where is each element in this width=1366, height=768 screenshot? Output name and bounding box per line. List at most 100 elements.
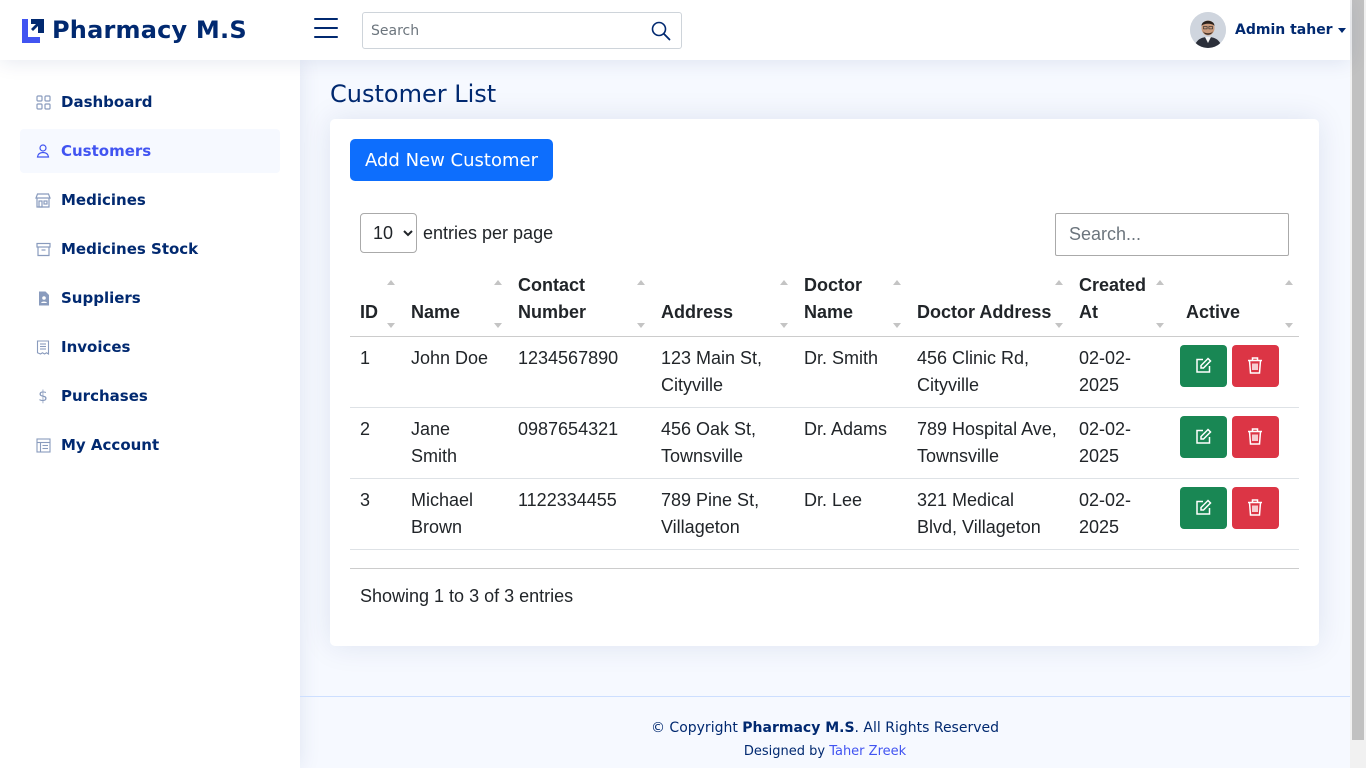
column-header-address[interactable]: Address <box>651 269 794 337</box>
sort-icon <box>1055 279 1063 328</box>
sort-icon <box>637 279 645 328</box>
page-title: Customer List <box>330 80 497 108</box>
sidebar-toggle-button[interactable] <box>314 18 338 42</box>
logo[interactable]: Pharmacy M.S <box>20 15 247 45</box>
table-row: 1 John Doe 1234567890 123 Main St, Cityv… <box>350 336 1299 408</box>
sidebar-item-purchases[interactable]: $ Purchases <box>20 374 280 418</box>
sort-icon <box>780 279 788 328</box>
column-header-contact-number[interactable]: Contact Number <box>508 269 651 337</box>
delete-button[interactable] <box>1232 486 1279 529</box>
table-row: 2 Jane Smith 0987654321 456 Oak St, Town… <box>350 407 1299 479</box>
sidebar-item-dashboard[interactable]: Dashboard <box>20 80 280 124</box>
caret-down-icon <box>1337 27 1346 33</box>
entries-per-page: 10 entries per page <box>360 213 553 253</box>
sidebar-item-invoices[interactable]: Invoices <box>20 325 280 369</box>
delete-button[interactable] <box>1232 415 1279 458</box>
column-header-created-at[interactable]: Created At <box>1069 269 1170 337</box>
cell-name: John Doe <box>401 336 508 408</box>
sidebar-item-label: Invoices <box>61 338 131 356</box>
edit-icon <box>1196 427 1212 444</box>
cell-name: Michael Brown <box>401 478 508 550</box>
menu-line <box>314 18 338 20</box>
search-icon[interactable] <box>651 21 671 41</box>
cell-created-at: 02-02-2025 <box>1069 336 1170 408</box>
dollar-icon: $ <box>35 388 51 404</box>
column-label: Doctor Name <box>804 274 862 322</box>
column-label: Active <box>1186 301 1241 322</box>
cell-actions <box>1170 336 1299 408</box>
sidebar-item-label: Dashboard <box>61 93 153 111</box>
scrollbar-thumb[interactable] <box>1352 0 1364 740</box>
cell-doctor-name: Dr. Adams <box>794 407 907 479</box>
cell-doctor-address: 789 Hospital Ave, Townsville <box>907 407 1069 479</box>
cell-contact-number: 1234567890 <box>508 336 651 408</box>
logo-icon <box>22 19 44 43</box>
column-header-name[interactable]: Name <box>401 269 508 337</box>
edit-button[interactable] <box>1180 486 1227 529</box>
sidebar-item-medicines-stock[interactable]: Medicines Stock <box>20 227 280 271</box>
sidebar-item-label: Purchases <box>61 387 148 405</box>
sort-icon <box>893 279 901 328</box>
column-header-id[interactable]: ID <box>350 269 401 337</box>
designed-by-label: Designed by <box>743 744 826 759</box>
sidebar-item-my-account[interactable]: My Account <box>20 423 280 467</box>
entries-label: entries per page <box>423 222 554 243</box>
trash-icon <box>1248 427 1262 445</box>
designer-link[interactable]: Taher Zreek <box>829 744 906 759</box>
trash-icon <box>1248 356 1262 374</box>
grid-icon <box>35 94 51 110</box>
column-header-doctor-address[interactable]: Doctor Address <box>907 269 1069 337</box>
edit-button[interactable] <box>1180 415 1227 458</box>
edit-icon <box>1196 498 1212 515</box>
person-icon <box>35 143 51 159</box>
dollar-glyph: $ <box>38 386 48 405</box>
delete-button[interactable] <box>1232 344 1279 387</box>
sidebar-item-suppliers[interactable]: Suppliers <box>20 276 280 320</box>
sort-icon <box>494 279 502 328</box>
top-header: Pharmacy M.S Admin taher <box>0 0 1350 60</box>
sidebar-item-label: Medicines <box>61 191 146 209</box>
column-header-active[interactable]: Active <box>1170 269 1299 337</box>
cell-id: 2 <box>350 407 401 479</box>
cell-created-at: 02-02-2025 <box>1069 478 1170 550</box>
sidebar-item-label: My Account <box>61 436 160 454</box>
page-scrollbar[interactable] <box>1350 0 1366 768</box>
cell-actions <box>1170 407 1299 479</box>
sort-icon <box>387 279 395 328</box>
search-input[interactable] <box>363 13 643 48</box>
menu-line <box>314 36 338 38</box>
column-header-doctor-name[interactable]: Doctor Name <box>794 269 907 337</box>
cell-contact-number: 1122334455 <box>508 478 651 550</box>
sort-icon <box>1156 279 1164 328</box>
profile-dropdown[interactable]: Admin taher <box>1190 12 1346 48</box>
archive-icon <box>35 241 51 257</box>
trash-icon <box>1248 498 1262 516</box>
sidebar-item-customers[interactable]: Customers <box>20 129 280 173</box>
cell-contact-number: 0987654321 <box>508 407 651 479</box>
copyright-prefix: © Copyright <box>650 720 738 736</box>
sidebar: Dashboard Customers Medicines Medicines … <box>0 60 300 768</box>
avatar <box>1190 12 1226 48</box>
cell-address: 456 Oak St, Townsville <box>651 407 794 479</box>
column-label: Created At <box>1079 274 1147 322</box>
table-header: ID Name Contact Number Address Doctor Na… <box>350 269 1299 337</box>
cell-doctor-name: Dr. Lee <box>794 478 907 550</box>
sidebar-item-medicines[interactable]: Medicines <box>20 178 280 222</box>
table-search-input[interactable] <box>1055 213 1289 256</box>
app-title: Pharmacy M.S <box>52 16 247 44</box>
table-divider <box>350 568 1299 569</box>
menu-line <box>314 27 338 29</box>
cell-doctor-name: Dr. Smith <box>794 336 907 408</box>
sidebar-item-label: Customers <box>61 142 152 160</box>
footer-brand: Pharmacy M.S <box>742 720 855 736</box>
table-row: 3 Michael Brown 1122334455 789 Pine St, … <box>350 478 1299 550</box>
entries-select[interactable]: 10 <box>360 213 417 253</box>
edit-button[interactable] <box>1180 344 1227 387</box>
footer: © Copyright Pharmacy M.S. All Rights Res… <box>300 696 1350 768</box>
add-customer-button[interactable]: Add New Customer <box>350 139 553 181</box>
column-label: Doctor Address <box>917 301 1052 322</box>
cell-name: Jane Smith <box>401 407 508 479</box>
layout-icon <box>35 437 51 453</box>
column-label: Name <box>411 301 461 322</box>
copyright: © Copyright Pharmacy M.S. All Rights Res… <box>300 720 1350 736</box>
